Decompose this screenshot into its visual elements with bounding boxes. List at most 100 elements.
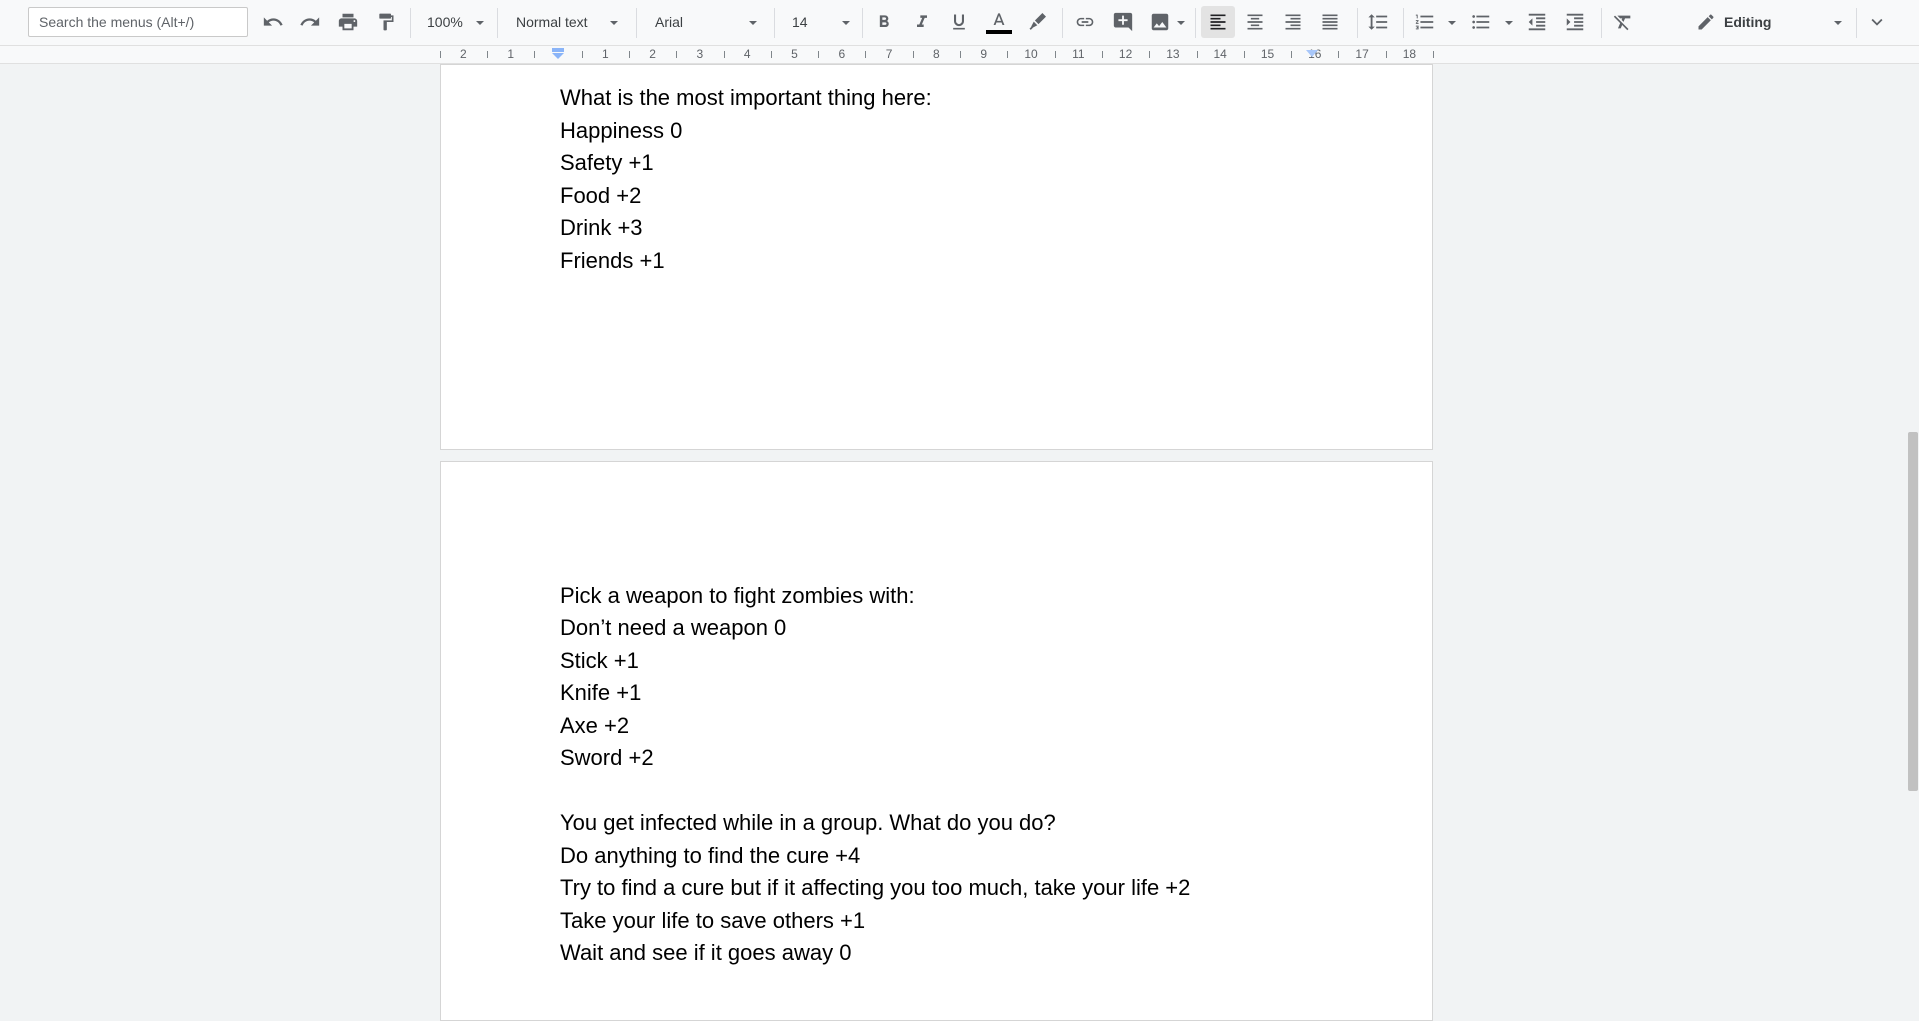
toolbar-separator: [1195, 8, 1196, 38]
font-value: Arial: [655, 14, 684, 30]
toolbar-separator: [1856, 8, 1857, 38]
align-right-button[interactable]: [1278, 6, 1308, 38]
ruler-number: 4: [743, 47, 751, 61]
font-size-value: 14: [792, 14, 808, 30]
ruler-tick: [1054, 51, 1056, 58]
ruler-number: 11: [1072, 47, 1085, 61]
toolbar-separator: [862, 8, 863, 38]
chevron-down-icon: [1177, 21, 1185, 25]
justify-button[interactable]: [1315, 6, 1345, 38]
document-line[interactable]: You get infected while in a group. What …: [560, 810, 1056, 836]
numbered-list-icon: [1415, 14, 1434, 30]
left-indent-marker[interactable]: [551, 48, 565, 60]
add-comment-icon: [1113, 12, 1133, 32]
ruler-number: 15: [1260, 47, 1275, 61]
underline-icon: [953, 14, 965, 30]
undo-button[interactable]: [258, 6, 288, 38]
line-spacing-button[interactable]: [1363, 6, 1393, 38]
decrease-indent-button[interactable]: [1522, 6, 1552, 38]
clear-formatting-icon: [1613, 15, 1631, 31]
document-page[interactable]: [440, 461, 1433, 1021]
image-icon: [1151, 13, 1169, 31]
chevron-down-icon: [1505, 21, 1513, 25]
document-line[interactable]: Safety +1: [560, 150, 654, 176]
ruler-tick: [581, 51, 583, 58]
ruler-tick: [1433, 51, 1435, 58]
search-menus-input[interactable]: [28, 7, 248, 37]
bulleted-list-button[interactable]: [1466, 6, 1496, 38]
clear-formatting-button[interactable]: [1608, 6, 1638, 38]
document-line[interactable]: Happiness 0: [560, 118, 682, 144]
redo-icon: [300, 17, 320, 26]
underline-button[interactable]: [944, 6, 974, 38]
decrease-indent-icon: [1528, 13, 1546, 31]
right-indent-marker[interactable]: [1305, 49, 1319, 59]
document-line[interactable]: Take your life to save others +1: [560, 908, 865, 934]
toolbar-separator: [497, 8, 498, 38]
ruler[interactable]: 2 1 1 2 3 4 5 6 7 8 9 10 11 12 13 14 15 16 17 18: [0, 46, 1919, 64]
align-left-button[interactable]: [1201, 6, 1235, 38]
document-line[interactable]: Don’t need a weapon 0: [560, 615, 786, 641]
redo-button[interactable]: [295, 6, 325, 38]
style-value: Normal text: [516, 14, 588, 30]
document-line[interactable]: Wait and see if it goes away 0: [560, 940, 851, 966]
ruler-number: 1: [507, 47, 515, 61]
document-line[interactable]: Pick a weapon to fight zombies with:: [560, 583, 915, 609]
document-line[interactable]: Sword +2: [560, 745, 654, 771]
insert-link-button[interactable]: [1070, 6, 1100, 38]
document-line[interactable]: Axe +2: [560, 713, 629, 739]
ruler-tick: [534, 51, 536, 58]
increase-indent-icon: [1566, 13, 1584, 31]
chevron-down-icon: [1448, 21, 1456, 25]
chevron-up-down-icon: [1871, 18, 1883, 26]
ruler-number: 12: [1118, 47, 1133, 61]
zoom-value: 100%: [427, 14, 463, 30]
line-spacing-icon: [1368, 14, 1388, 30]
toolbar: 100% Normal text Arial 14: [0, 0, 1919, 46]
toolbar-separator: [1403, 8, 1404, 38]
highlighter-icon: [1029, 13, 1046, 30]
style-dropdown[interactable]: Normal text: [505, 6, 625, 38]
text-color-button[interactable]: [982, 6, 1016, 38]
document-line[interactable]: Knife +1: [560, 680, 641, 706]
increase-indent-button[interactable]: [1560, 6, 1590, 38]
ruler-number: 2: [649, 47, 656, 61]
toolbar-separator: [410, 8, 411, 38]
ruler-tick: [1243, 51, 1245, 58]
document-line[interactable]: Try to find a cure but if it affecting y…: [560, 875, 1190, 901]
highlight-color-button[interactable]: [1022, 6, 1052, 38]
align-left-icon: [1210, 14, 1226, 30]
insert-image-button[interactable]: [1145, 6, 1175, 38]
zoom-dropdown[interactable]: 100%: [418, 6, 492, 38]
ruler-number: 2: [460, 47, 467, 61]
ruler-tick: [1291, 51, 1293, 58]
ruler-scale: 2 1 1 2 3 4 5 6 7 8 9 10 11 12 13 14 15 16 17 18: [439, 46, 1435, 64]
bold-icon: [879, 15, 889, 27]
document-line[interactable]: Food +2: [560, 183, 641, 209]
document-line[interactable]: Stick +1: [560, 648, 639, 674]
editing-mode-dropdown[interactable]: Editing: [1690, 6, 1850, 38]
scrollbar-thumb[interactable]: [1908, 432, 1918, 791]
ruler-tick: [439, 51, 441, 58]
chevron-down-icon: [842, 21, 850, 25]
link-icon: [1076, 17, 1094, 27]
font-dropdown[interactable]: Arial: [644, 6, 764, 38]
paint-format-button[interactable]: [371, 6, 401, 38]
numbered-list-button[interactable]: [1410, 6, 1440, 38]
ruler-tick: [487, 51, 489, 58]
insert-comment-button[interactable]: [1108, 6, 1138, 38]
print-icon: [338, 13, 358, 31]
bold-button[interactable]: [869, 6, 899, 38]
ruler-tick: [912, 51, 914, 58]
print-button[interactable]: [333, 6, 363, 38]
document-line[interactable]: Friends +1: [560, 248, 665, 274]
hide-menus-button[interactable]: [1862, 6, 1892, 38]
text-color-swatch: [986, 29, 1012, 34]
font-size-dropdown[interactable]: 14: [782, 6, 852, 38]
italic-icon: [917, 15, 927, 27]
align-center-button[interactable]: [1240, 6, 1270, 38]
document-line[interactable]: Drink +3: [560, 215, 643, 241]
document-line[interactable]: Do anything to find the cure +4: [560, 843, 860, 869]
italic-button[interactable]: [907, 6, 937, 38]
document-line[interactable]: What is the most important thing here:: [560, 85, 932, 111]
